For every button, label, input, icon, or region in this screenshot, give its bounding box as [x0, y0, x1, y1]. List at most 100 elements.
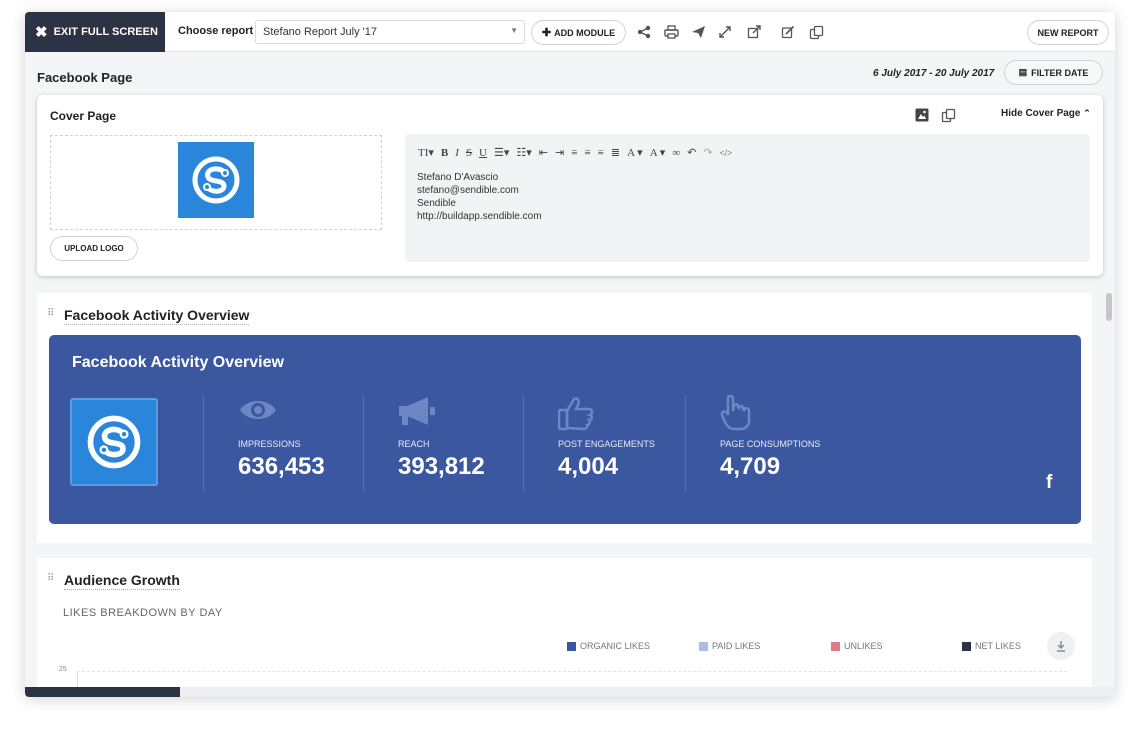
code-icon[interactable]: </> [720, 148, 733, 158]
choose-report-label: Choose report [178, 25, 254, 37]
facebook-icon: f [1046, 472, 1053, 493]
chevron-up-icon: ⌃ [1083, 108, 1091, 118]
metric-impressions: IMPRESSIONS 636,453 [203, 395, 363, 492]
new-report-button[interactable]: NEW REPORT [1027, 20, 1109, 45]
facebook-card-title: Facebook Activity Overview [72, 354, 284, 371]
editor-line-name: Stefano D'Avascio [417, 172, 499, 183]
bullet-list-icon[interactable]: ☰▾ [494, 146, 509, 159]
exit-full-screen-label: EXIT FULL SCREEN [53, 26, 158, 38]
megaphone-icon [398, 395, 438, 432]
italic-icon[interactable]: I [455, 147, 459, 159]
metric-value: 4,004 [558, 453, 619, 480]
vertical-scrollbar[interactable] [1106, 293, 1112, 321]
report-window: ✖ EXIT FULL SCREEN Choose report Stefano… [25, 12, 1115, 697]
background-color-icon[interactable]: A ▾ [650, 146, 666, 159]
audience-growth-module: ⠿ Audience Growth LIKES BREAKDOWN BY DAY… [37, 558, 1092, 697]
top-toolbar: ✖ EXIT FULL SCREEN Choose report Stefano… [25, 12, 1115, 52]
horizontal-scrollbar-thumb[interactable] [25, 687, 180, 697]
external-link-icon[interactable] [745, 23, 763, 41]
legend-swatch [699, 641, 708, 651]
eye-icon [238, 395, 278, 430]
edit-icon[interactable] [779, 23, 797, 41]
facebook-overview-card: Facebook Activity Overview IMPRESSIONS 6… [49, 335, 1081, 524]
metric-label: IMPRESSIONS [238, 439, 301, 449]
calendar-icon: ▤ [1018, 67, 1028, 77]
outdent-icon[interactable]: ⇤ [539, 146, 548, 159]
rich-text-editor[interactable]: TI▾ B I S U ☰▾ ☷▾ ⇤ ⇥ ≡ ≡ ≡ ≣ A ▾ A ▾ ∞ … [405, 134, 1090, 262]
underline-icon[interactable]: U [479, 147, 487, 159]
align-right-icon[interactable]: ≡ [598, 147, 604, 159]
share-icon[interactable] [635, 23, 653, 41]
legend-label: UNLIKES [844, 641, 883, 651]
legend-label: ORGANIC LIKES [580, 641, 651, 651]
metric-label: REACH [398, 439, 430, 449]
duplicate-icon[interactable] [941, 108, 956, 128]
audience-section-title[interactable]: Audience Growth [64, 572, 180, 590]
indent-icon[interactable]: ⇥ [555, 146, 564, 159]
link-icon[interactable]: ∞ [672, 147, 680, 159]
hide-cover-page-toggle[interactable]: Hide Cover Page ⌃ [1001, 108, 1091, 119]
send-icon[interactable] [689, 23, 707, 41]
add-module-label: ADD MODULE [554, 27, 616, 38]
date-range: 6 July 2017 - 20 July 2017 [873, 68, 995, 79]
logo-dropzone[interactable] [50, 135, 382, 230]
hide-cover-page-label: Hide Cover Page [1001, 108, 1081, 119]
legend-item-organic-likes[interactable]: ORGANIC LIKES [567, 641, 650, 651]
editor-content[interactable]: Stefano D'Avascio stefano@sendible.com S… [417, 171, 542, 223]
align-left-icon[interactable]: ≡ [571, 147, 577, 159]
thumbs-up-icon [557, 395, 594, 436]
editor-line-company: Sendible [417, 198, 456, 209]
sendible-logo [178, 142, 254, 218]
y-axis-tick: 25 [59, 666, 67, 673]
metric-page-consumptions: PAGE CONSUMPTIONS 4,709 [685, 394, 885, 492]
legend-item-net-likes[interactable]: NET LIKES [962, 641, 1021, 651]
strikethrough-icon[interactable]: S [466, 147, 472, 159]
report-select[interactable]: Stefano Report July '17 ▼ [255, 20, 525, 44]
upload-logo-button[interactable]: UPLOAD LOGO [50, 236, 138, 261]
cover-page-title: Cover Page [50, 109, 117, 123]
bold-icon[interactable]: B [441, 147, 448, 159]
legend-swatch [962, 641, 971, 651]
redo-icon[interactable]: ↷ [703, 146, 712, 159]
metric-post-engagements: POST ENGAGEMENTS 4,004 [523, 395, 685, 492]
chart-subtitle: LIKES BREAKDOWN BY DAY [63, 607, 223, 619]
close-icon: ✖ [35, 23, 48, 41]
add-module-button[interactable]: ✚ ADD MODULE [531, 20, 626, 45]
align-center-icon[interactable]: ≡ [584, 147, 590, 159]
download-icon [1057, 641, 1065, 652]
report-select-value: Stefano Report July '17 [263, 26, 378, 38]
metric-label: PAGE CONSUMPTIONS [720, 439, 821, 449]
horizontal-scrollbar-track[interactable] [25, 687, 1115, 697]
expand-icon[interactable] [716, 23, 734, 41]
metric-value: 636,453 [238, 453, 325, 480]
legend-item-unlikes[interactable]: UNLIKES [831, 641, 883, 651]
cover-page-card: Cover Page Hide Cover Page ⌃ UPLOAD LOGO… [37, 95, 1103, 276]
legend-swatch [831, 641, 840, 651]
undo-icon[interactable]: ↶ [687, 146, 696, 159]
editor-line-email: stefano@sendible.com [417, 185, 519, 196]
download-button[interactable] [1047, 632, 1075, 660]
exit-full-screen-button[interactable]: ✖ EXIT FULL SCREEN [25, 12, 165, 52]
metric-label: POST ENGAGEMENTS [558, 439, 655, 449]
drag-handle-icon[interactable]: ⠿ [47, 573, 54, 584]
editor-toolbar: TI▾ B I S U ☰▾ ☷▾ ⇤ ⇥ ≡ ≡ ≡ ≣ A ▾ A ▾ ∞ … [418, 146, 739, 160]
duplicate-icon[interactable] [807, 23, 825, 41]
sendible-logo [70, 398, 158, 486]
activity-section-title[interactable]: Facebook Activity Overview [64, 307, 250, 325]
legend-swatch [567, 641, 576, 651]
filter-date-button[interactable]: ▤ FILTER DATE [1004, 60, 1103, 85]
print-icon[interactable] [662, 23, 680, 41]
numbered-list-icon[interactable]: ☷▾ [516, 146, 531, 159]
pointer-hand-icon [720, 394, 756, 438]
image-icon[interactable] [915, 108, 929, 128]
text-size-icon[interactable]: TI▾ [418, 146, 434, 159]
activity-overview-module: ⠿ Facebook Activity Overview Facebook Ac… [37, 293, 1092, 543]
drag-handle-icon[interactable]: ⠿ [47, 308, 54, 319]
plus-icon: ✚ [541, 27, 552, 39]
align-justify-icon[interactable]: ≣ [611, 146, 620, 159]
cover-actions [915, 108, 956, 128]
text-color-icon[interactable]: A ▾ [627, 146, 643, 159]
chevron-down-icon: ▼ [510, 26, 518, 35]
legend-item-paid-likes[interactable]: PAID LIKES [699, 641, 760, 651]
chart-gridline [77, 671, 1067, 672]
